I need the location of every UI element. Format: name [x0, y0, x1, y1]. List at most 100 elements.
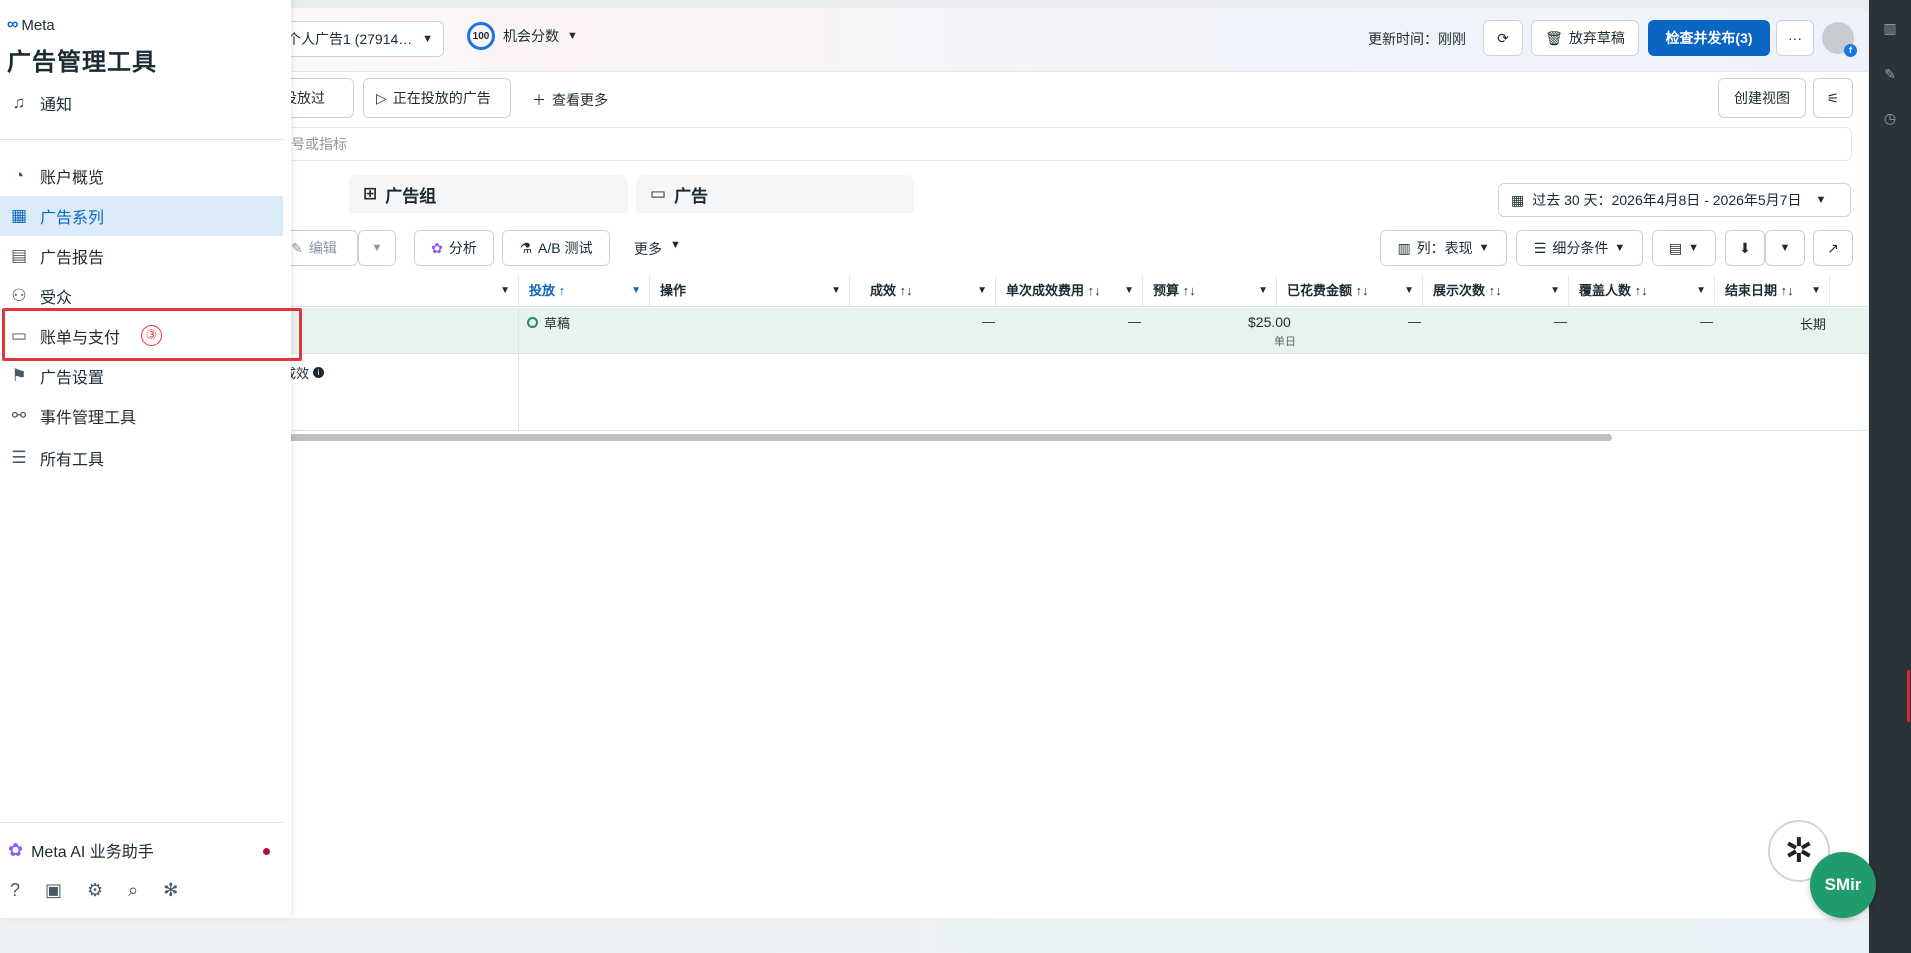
update-time: 更新时间：刚刚	[1368, 31, 1466, 47]
opportunity-score[interactable]: 100 机会分数 ▼	[467, 22, 578, 50]
running-label: 正在投放的广告	[392, 90, 491, 106]
sidebar-item-reports[interactable]: ▤ 广告报告	[0, 236, 283, 276]
edit-dropdown[interactable]: ▼	[358, 230, 396, 266]
chart-view-button[interactable]: ↗	[1813, 230, 1853, 266]
analyze-button[interactable]: ✿ 分析	[414, 230, 494, 266]
chevron-down-icon: ▼	[1258, 285, 1268, 296]
row-budget[interactable]: $25.00	[1248, 314, 1291, 330]
row-impressions: —	[1554, 314, 1567, 329]
meta-logo[interactable]: ∞ Meta	[7, 16, 55, 34]
status-circle-icon	[527, 317, 538, 328]
sidebar-item-events[interactable]: ⚯ 事件管理工具	[0, 396, 283, 436]
th-name[interactable]: ▼	[270, 275, 519, 307]
score-ring: 100	[467, 22, 495, 50]
export-dropdown[interactable]: ▼	[1765, 230, 1805, 266]
th-actions[interactable]: 操作 ▼	[650, 275, 850, 307]
info-icon[interactable]: i	[313, 367, 325, 378]
sidebar-item-notifications[interactable]: ♫ 通知	[0, 83, 283, 123]
date-range-picker[interactable]: ▦ 过去 30 天：2026年4月8日 - 2026年5月7日 ▼	[1498, 183, 1851, 217]
review-publish-button[interactable]: 检查并发布(3)	[1648, 20, 1770, 56]
tab-adsets[interactable]: ⊞ 广告组	[349, 175, 628, 213]
chevron-down-icon: ▼	[831, 285, 841, 296]
export-button[interactable]: ⬇	[1725, 230, 1765, 266]
th-cost-per-result[interactable]: 单次成效费用 ↑↓ ▼	[996, 275, 1143, 307]
dashboard-icon: ◔	[13, 166, 25, 185]
th-cpr-label: 单次成效费用 ↑↓	[1006, 283, 1101, 298]
ellipsis-icon: ···	[1788, 30, 1802, 46]
th-results[interactable]: 成效 ↑↓ ▼	[850, 275, 996, 307]
account-select[interactable]: 个人广告1 (27914… ▼	[280, 21, 444, 57]
megaphone-icon: ⚑	[11, 366, 27, 385]
table-row[interactable]: 列 草稿 — — $25.00 单日 — — — 长期	[270, 308, 1868, 354]
see-more-button[interactable]: ＋ 查看更多	[532, 90, 608, 110]
sidebar-item-all-tools[interactable]: ☰ 所有工具	[0, 438, 283, 478]
notify-label: 通知	[40, 97, 73, 114]
sidebar-item-label: 事件管理工具	[40, 410, 137, 427]
view-settings-button[interactable]: ⚟	[1813, 78, 1853, 118]
divider	[0, 822, 283, 823]
more-options-button[interactable]: ···	[1776, 20, 1814, 56]
th-impressions[interactable]: 展示次数 ↑↓ ▼	[1423, 275, 1569, 307]
sidebar-item-label: 所有工具	[40, 452, 105, 469]
more-button[interactable]: 更多 ▼	[634, 239, 681, 259]
meta-ai-assistant[interactable]: ✿ Meta AI 业务助手	[8, 838, 154, 862]
sidebar: ∞ Meta 广告管理工具 ♫ 通知 ◔ 账户概览 ▦ 广告系列 ▤ 广告报告 …	[0, 0, 302, 918]
horizontal-scrollbar[interactable]	[270, 434, 1612, 441]
th-delivery[interactable]: 投放 ↑ ▼	[519, 275, 650, 307]
avatar[interactable]	[1822, 22, 1857, 57]
chart-icon[interactable]: ▥	[1882, 20, 1898, 36]
settings-icon[interactable]: ⚙	[87, 880, 103, 901]
refresh-button[interactable]: ⟳	[1483, 20, 1523, 56]
breakdown-icon: ☰	[1533, 239, 1547, 256]
chevron-down-icon: ▼	[422, 33, 433, 45]
chevron-down-icon: ▼	[1404, 285, 1414, 296]
account-name: 个人广告1 (27914…	[287, 31, 413, 47]
breakdown-button[interactable]: ☰ 细分条件 ▼	[1516, 230, 1643, 266]
search-icon[interactable]: ⌕	[128, 880, 138, 901]
filter-running-ads[interactable]: ▷ 正在投放的广告	[363, 78, 511, 118]
search-input[interactable]: 号或指标	[270, 127, 1852, 161]
step-number: ③	[141, 325, 162, 346]
send-icon: ▷	[376, 89, 387, 106]
status-label: 草稿	[544, 316, 571, 331]
reports-button[interactable]: ▤ ▼	[1652, 230, 1716, 266]
bug-icon[interactable]: ✻	[163, 880, 178, 901]
create-view-label: 创建视图	[1734, 90, 1790, 106]
audience-icon: ⚇	[11, 286, 27, 305]
help-icon[interactable]: ?	[10, 880, 20, 901]
columns-icon: ▥	[1397, 239, 1411, 256]
create-view-button[interactable]: 创建视图	[1718, 78, 1806, 118]
sparkle-icon: ✿	[8, 839, 24, 860]
chevron-down-icon: ▼	[1815, 194, 1827, 206]
discard-draft-button[interactable]: 🗑 放弃草稿	[1531, 20, 1639, 56]
history-icon[interactable]: ◷	[1882, 110, 1898, 126]
news-icon[interactable]: ▣	[45, 880, 62, 901]
summary-row: 的成效 i	[270, 355, 1868, 431]
rail-scrollbar[interactable]	[1907, 670, 1910, 722]
chevron-down-icon: ▼	[977, 285, 987, 296]
see-more-label: 查看更多	[552, 92, 608, 108]
sidebar-item-ad-settings[interactable]: ⚑ 广告设置	[0, 356, 283, 396]
th-results-label: 成效 ↑↓	[870, 283, 913, 298]
smir-button[interactable]: SMir	[1810, 852, 1876, 918]
th-end-date[interactable]: 结束日期 ↑↓ ▼	[1715, 275, 1830, 307]
tab-ads[interactable]: ▭ 广告	[636, 175, 914, 213]
chevron-down-icon: ▼	[567, 30, 578, 42]
sidebar-item-campaigns[interactable]: ▦ 广告系列	[0, 196, 283, 236]
th-budget[interactable]: 预算 ↑↓ ▼	[1143, 275, 1277, 307]
discard-label: 放弃草稿	[1568, 30, 1625, 46]
th-amount-spent[interactable]: 已花费金额 ↑↓ ▼	[1277, 275, 1423, 307]
sliders-icon: ⚟	[1826, 89, 1840, 106]
sidebar-item-overview[interactable]: ◔ 账户概览	[0, 156, 283, 196]
th-end-label: 结束日期 ↑↓	[1725, 283, 1794, 298]
ab-test-button[interactable]: ⚗ A/B 测试	[502, 230, 610, 266]
th-reach[interactable]: 覆盖人数 ↑↓ ▼	[1569, 275, 1715, 307]
divider	[0, 139, 283, 140]
bell-icon: ♫	[12, 93, 26, 112]
edit-icon[interactable]: ✎	[1882, 66, 1898, 82]
table-header: ▼ 投放 ↑ ▼ 操作 ▼ 成效 ↑↓ ▼ 单次成效费用 ↑↓ ▼ 预算 ↑↓ ▼ 已花费…	[270, 275, 1868, 307]
chevron-down-icon: ▼	[670, 239, 681, 251]
edit-label: 编辑	[308, 240, 337, 256]
search-placeholder: 号或指标	[291, 136, 347, 152]
columns-button[interactable]: ▥ 列：表现 ▼	[1380, 230, 1507, 266]
